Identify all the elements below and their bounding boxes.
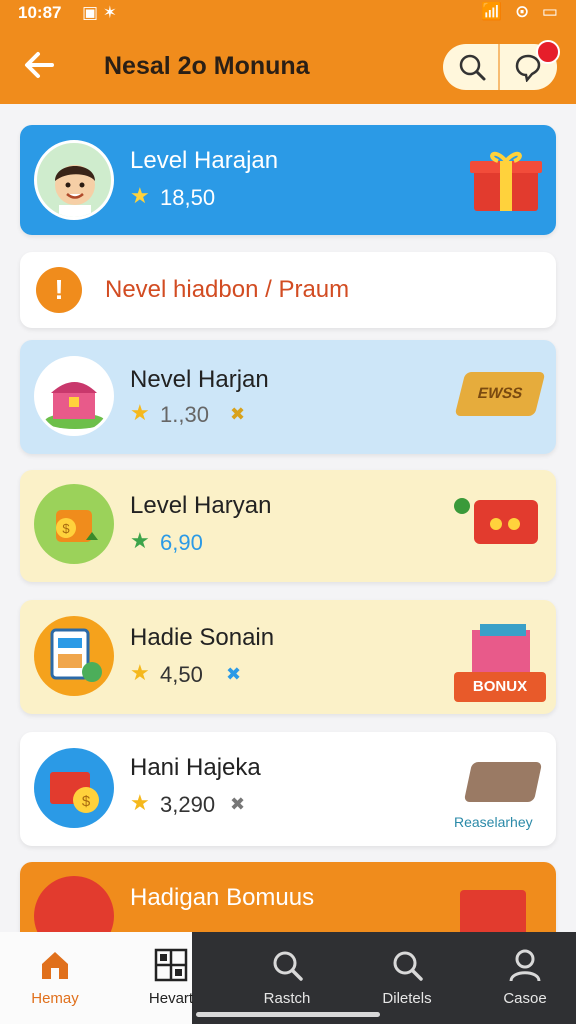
card-value: 3,290	[160, 792, 216, 817]
nav-label: Casoe	[503, 990, 547, 1007]
arrow-left-icon	[25, 52, 54, 78]
treasure-chest-icon	[34, 356, 114, 436]
nav-label: Diletels	[382, 990, 432, 1007]
bottom-navigation: Hemay Hevart Rastch Diletels Casoe	[0, 932, 576, 1024]
nav-search[interactable]: Rastch	[232, 932, 342, 1024]
wallet-icon	[454, 498, 538, 544]
card-title: Hani Hajeka	[130, 754, 261, 781]
star-icon: ★	[130, 400, 150, 425]
search-button[interactable]	[457, 52, 487, 82]
level-card-4[interactable]: Hadie Sonain ★ 4,50 ✖ BONUX	[20, 600, 556, 714]
card-value: 4,50	[160, 662, 203, 687]
multiplier-badge: ✖	[230, 794, 246, 814]
svg-text:$: $	[62, 521, 70, 536]
boy-avatar-icon	[34, 140, 114, 220]
card-value: 18,50	[160, 185, 216, 210]
search-icon	[459, 54, 486, 81]
svg-text:$: $	[82, 793, 91, 810]
bonus-banner: BONUX	[454, 672, 546, 702]
multiplier-badge: ✖	[230, 404, 246, 424]
star-icon: ★	[130, 790, 150, 815]
nav-home[interactable]: Hemay	[0, 932, 110, 1024]
level-card-2[interactable]: Nevel Harjan ★ 1.,30 ✖ EWSS	[20, 340, 556, 454]
multiplier-badge: ✖	[226, 664, 242, 684]
notification-dot	[536, 40, 560, 64]
nav-label: Rastch	[263, 990, 311, 1007]
header-actions	[443, 40, 560, 90]
ticket-label: Reaselarhey	[454, 814, 533, 830]
card-value: 6,90	[160, 530, 203, 555]
app-header: 10:87 ▣ ✶ 📶 ⊙ ▭ Nesal 2o Monuna	[0, 0, 576, 104]
crate-badge: EWSS	[454, 372, 546, 416]
mailbox-icon	[460, 890, 526, 936]
page-title: Nesal 2o Monuna	[104, 52, 310, 80]
notice-text: Nevel hiadbon / Praum	[105, 276, 350, 303]
level-card-5[interactable]: $ Hani Hajeka ★ 3,290 ✖ Reaselarhey	[20, 732, 556, 846]
level-card-1[interactable]: Level Harajan ★ 18,50	[20, 125, 556, 235]
status-icons: ▣ ✶	[82, 3, 118, 22]
nav-label: Hemay	[31, 990, 79, 1007]
user-icon	[509, 949, 541, 982]
nav-profile[interactable]: Casoe	[470, 932, 576, 1024]
nav-label: Hevart	[148, 990, 194, 1007]
level-card-3[interactable]: $ Level Haryan ★ 6,90	[20, 470, 556, 582]
notice-card[interactable]: ! Nevel hiadbon / Praum	[20, 252, 556, 328]
nav-details[interactable]: Diletels	[352, 932, 462, 1024]
card-value: 1.,30	[160, 402, 209, 427]
home-icon	[42, 952, 68, 979]
card-title: Nevel Harjan	[130, 366, 269, 393]
card-title: Hadigan Bomuus	[130, 884, 315, 911]
search-icon	[273, 951, 303, 981]
card-title: Hadie Sonain	[130, 624, 275, 651]
calendar-icon	[34, 616, 114, 696]
star-icon: ★	[130, 660, 150, 685]
gift-box-icon	[470, 151, 542, 211]
alert-icon: !	[36, 267, 82, 313]
card-title: Level Haryan	[130, 492, 272, 519]
nav-grid[interactable]: Hevart	[116, 932, 226, 1024]
status-bar: 10:87 ▣ ✶ 📶 ⊙ ▭	[0, 0, 576, 28]
system-icons: 📶 ⊙ ▭	[481, 2, 562, 21]
home-indicator[interactable]	[196, 1012, 380, 1017]
back-button[interactable]	[22, 48, 62, 84]
magnifier-icon	[393, 951, 423, 981]
money-bag-icon: $	[34, 484, 114, 564]
divider	[498, 44, 500, 90]
star-icon: ★	[130, 183, 150, 208]
status-time: 10:87	[18, 3, 62, 22]
star-icon: ★	[130, 528, 150, 553]
coin-box-icon: $	[34, 748, 114, 828]
grid-icon	[154, 948, 188, 982]
ticket-icon	[463, 762, 543, 802]
card-title: Level Harajan	[130, 147, 279, 174]
